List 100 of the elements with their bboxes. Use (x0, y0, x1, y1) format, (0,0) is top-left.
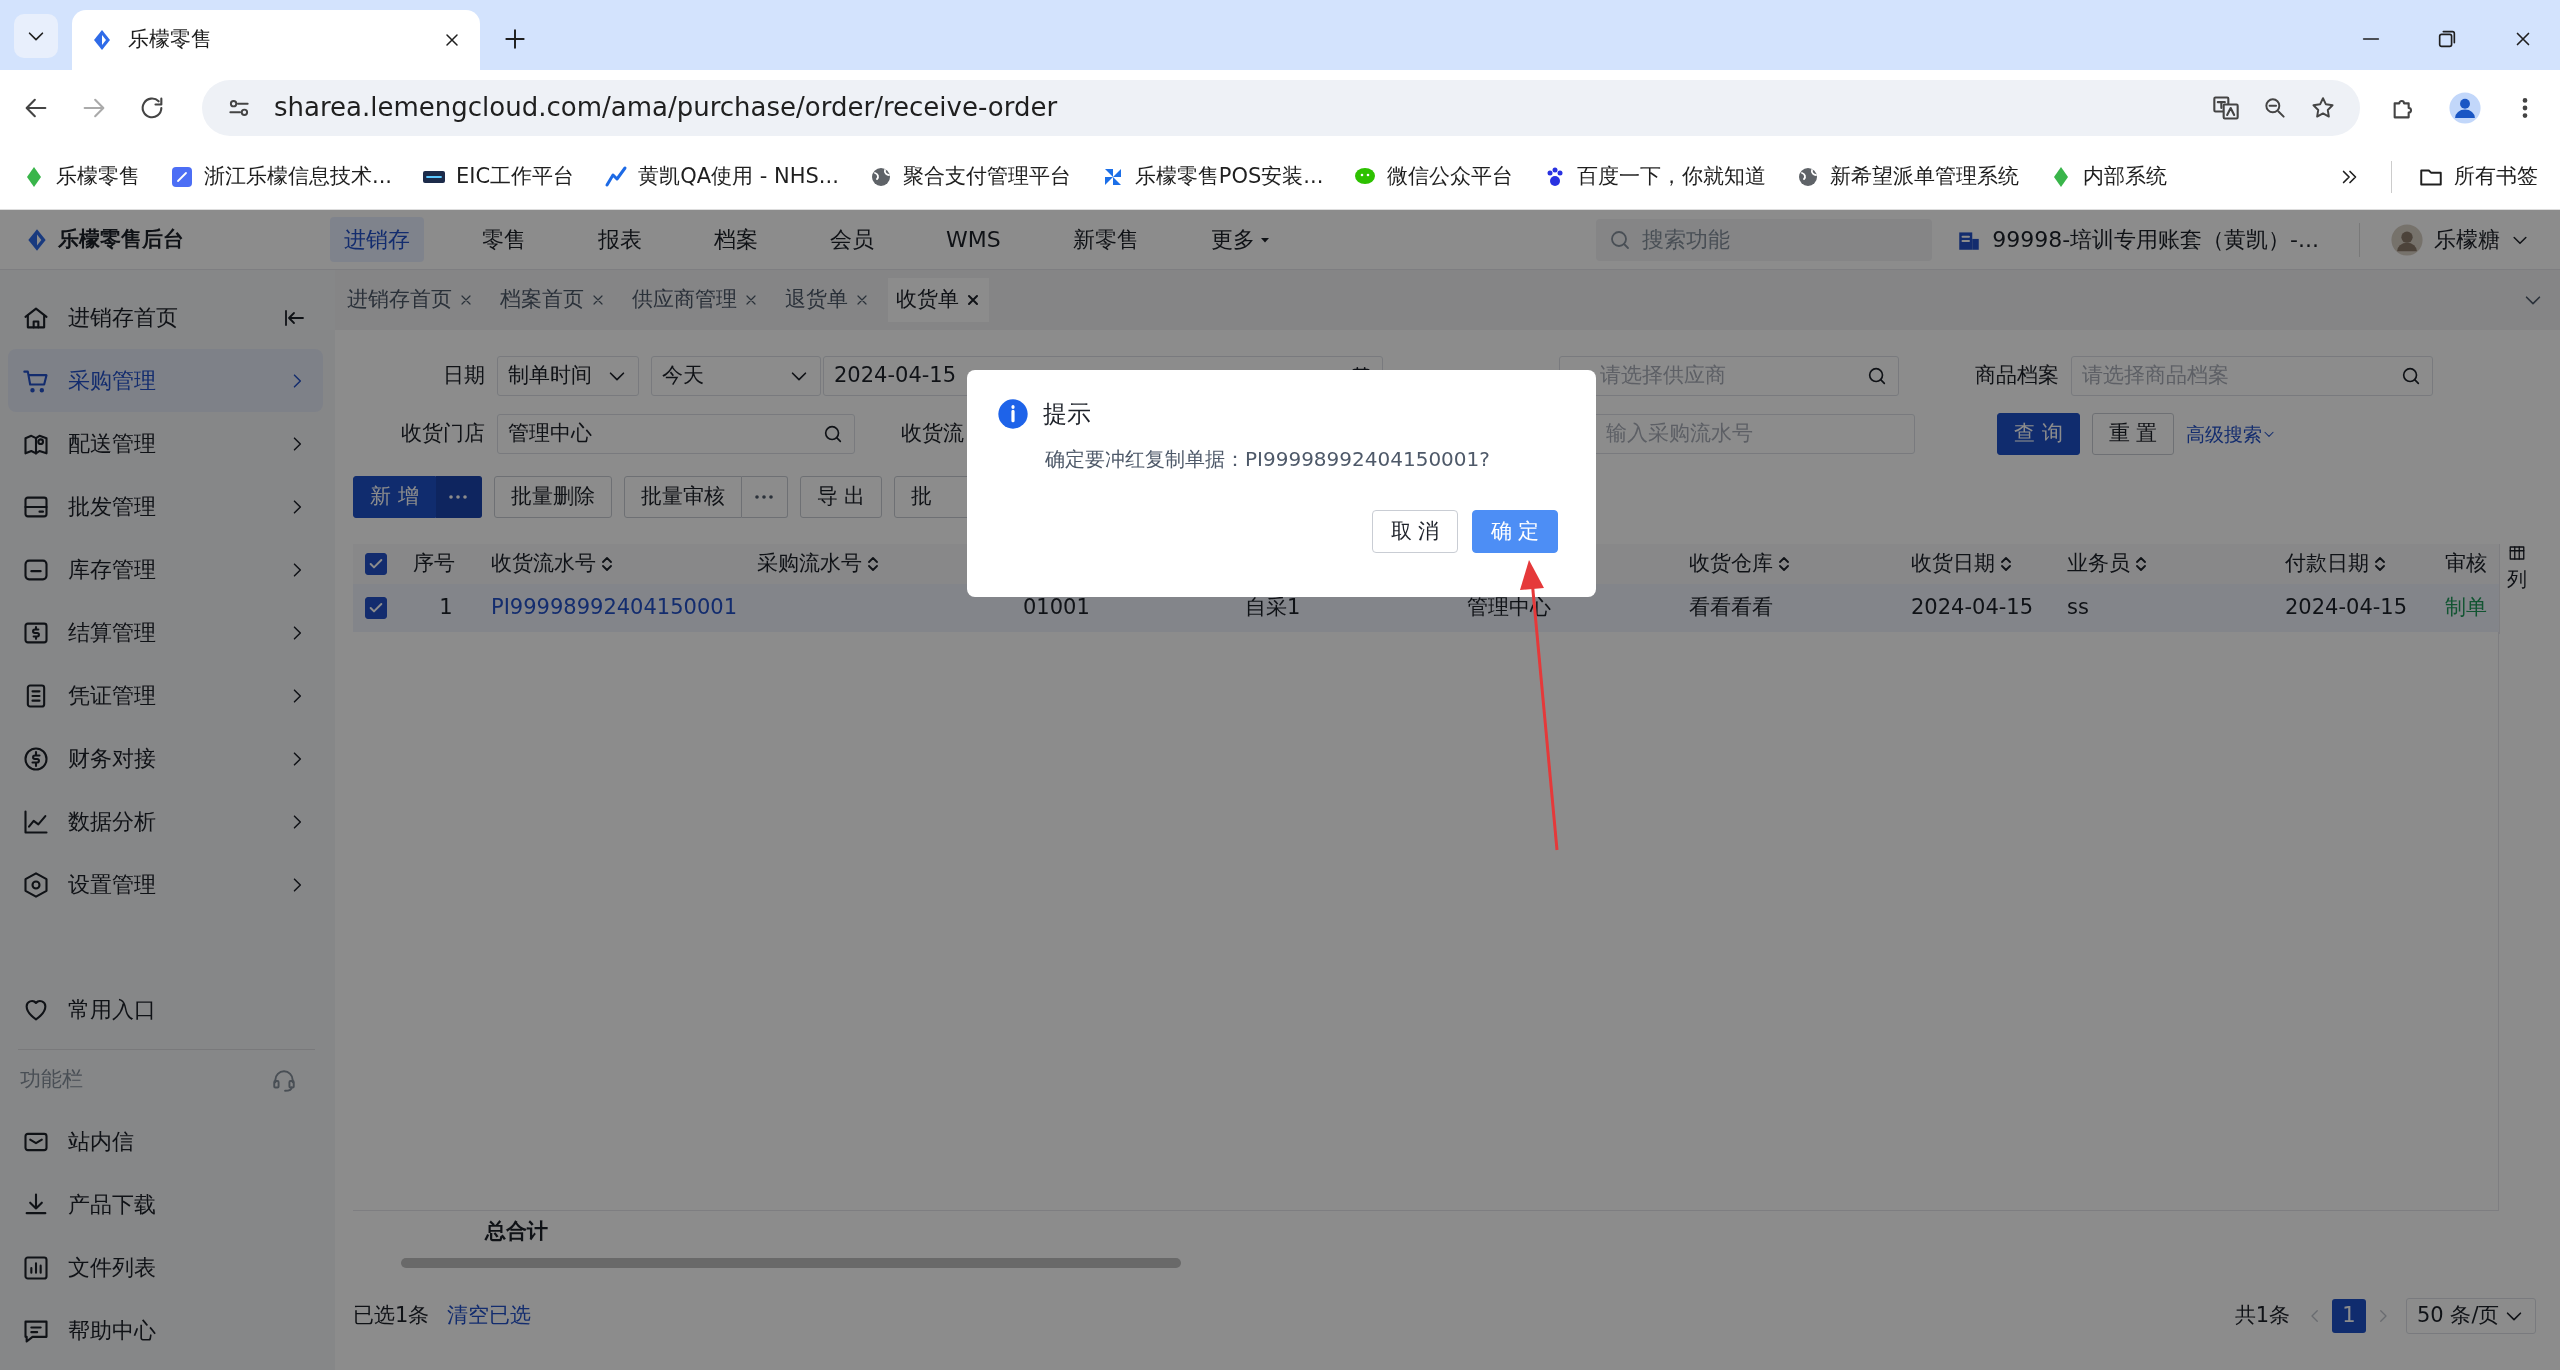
table-cell-text: 01001 (1023, 594, 1090, 622)
table-cell-text: ss (2067, 594, 2089, 622)
all-bookmarks-button[interactable]: 所有书签 (2391, 161, 2538, 193)
square-logo-icon (170, 165, 194, 189)
address-bar[interactable]: sharea.lemengcloud.com/ama/purchase/order/receive-order (202, 79, 2360, 136)
nav-tab[interactable]: WMS (932, 217, 1015, 262)
sort-icon[interactable] (2136, 556, 2146, 572)
sidebar-item[interactable]: 文件列表 (8, 1236, 323, 1299)
page-tab[interactable]: 档案首页 (492, 278, 614, 322)
select-all-checkbox[interactable] (365, 553, 387, 575)
toolbar-button[interactable]: 新 增 (353, 476, 436, 518)
translate-icon[interactable] (2212, 93, 2240, 122)
reset-button[interactable]: 重 置 (2091, 413, 2175, 455)
toolbar-button[interactable]: 批量删除 (493, 476, 612, 518)
table-cell-text: 1 (439, 594, 453, 622)
column-header[interactable]: 收货流水号 (479, 548, 745, 580)
advanced-search-link[interactable]: 高级搜索 (2186, 419, 2277, 449)
toolbar-button[interactable]: 批量审核 (623, 476, 742, 518)
restore-icon[interactable] (2436, 28, 2458, 50)
nav-tab[interactable]: 报表 (584, 217, 656, 262)
date-range-select[interactable]: 今天 (651, 356, 821, 396)
sidebar-item[interactable]: 库存管理 (8, 538, 323, 601)
nav-tab[interactable]: 档案 (700, 217, 772, 262)
column-header[interactable]: 收货仓库 (1677, 548, 1899, 580)
table-cell-text: 看看看看 (1689, 594, 1773, 622)
page-size-select[interactable]: 50 条/页 (2406, 1298, 2536, 1334)
sidebar-item[interactable]: 数据分析 (8, 790, 323, 853)
toolbar-button[interactable]: 导 出 (799, 476, 883, 518)
sidebar-item[interactable]: 配送管理 (8, 412, 323, 475)
search-icon (2400, 365, 2422, 387)
sort-icon[interactable] (868, 556, 878, 572)
nav-tab[interactable]: 进销存 (330, 217, 424, 262)
info-icon (997, 398, 1029, 430)
user-menu[interactable]: 乐檬糖 (2359, 222, 2530, 257)
confirm-button[interactable]: 确 定 (1472, 510, 1558, 553)
column-header[interactable]: 付款日期 (2273, 548, 2433, 580)
favorites-item[interactable]: 常用入口 (8, 978, 323, 1041)
search-icon (822, 423, 844, 445)
close-icon[interactable] (965, 292, 981, 308)
column-header: 序号 (412, 550, 456, 578)
sidebar-item[interactable]: 财务对接 (8, 727, 323, 790)
bookmark[interactable]: 乐檬零售POS安装... (1100, 161, 1324, 193)
row-checkbox[interactable] (365, 597, 387, 619)
sidebar-item[interactable]: 批发管理 (8, 475, 323, 538)
cancel-button[interactable]: 取 消 (1372, 510, 1458, 553)
clear-selection-link[interactable]: 清空已选 (447, 1300, 532, 1332)
total-count: 共1条 (2234, 1302, 2290, 1330)
order-link[interactable]: PI99998992404150001 (491, 592, 737, 624)
date-type-select[interactable]: 制单时间 (497, 356, 639, 396)
sidebar-item[interactable]: 设置管理 (8, 853, 323, 916)
bookmark[interactable]: 新希望派单管理系统 (1796, 161, 2020, 193)
page-tab[interactable]: 退货单 (777, 278, 878, 322)
dialog-title: 提示 (1043, 399, 1091, 430)
bookmark[interactable]: EIC工作平台 (422, 161, 575, 193)
avatar-icon (2390, 222, 2424, 257)
nav-tab[interactable]: 更多 (1196, 217, 1285, 262)
selection-count: 已选1条 (353, 1302, 430, 1330)
sort-icon[interactable] (2375, 556, 2385, 572)
sort-icon[interactable] (602, 556, 612, 572)
page-tab[interactable]: 进销存首页 (339, 278, 482, 322)
store-field[interactable]: 管理中心 (497, 414, 855, 454)
sidebar-item[interactable]: 采购管理 (8, 349, 323, 412)
search-icon (1866, 365, 1888, 387)
page-button[interactable]: 1 (2332, 1299, 2366, 1333)
nav-tab[interactable]: 新零售 (1058, 217, 1153, 262)
page-tab[interactable]: 供应商管理 (624, 278, 767, 322)
nav-tab[interactable]: 会员 (816, 217, 888, 262)
column-header[interactable]: 业务员 (2055, 548, 2273, 580)
scrollbar-thumb[interactable] (401, 1258, 1181, 1268)
bookmark[interactable]: 内部系统 (2049, 161, 2168, 193)
bookmark[interactable]: 百度一下，你就知道 (1543, 161, 1767, 193)
sidebar-item[interactable]: 结算管理 (8, 601, 323, 664)
sidebar-item[interactable]: 站内信 (8, 1110, 323, 1173)
table-cell-text: 自采1 (1245, 594, 1301, 622)
bookmark[interactable]: 聚合支付管理平台 (868, 161, 1071, 193)
column-header[interactable]: 收货日期 (1899, 548, 2055, 580)
sidebar-item[interactable]: 进销存首页 (8, 286, 323, 349)
line-chart-icon (22, 807, 50, 836)
profile-icon[interactable] (2448, 90, 2482, 125)
browser-tab[interactable]: 乐檬零售 (72, 10, 480, 70)
account-selector[interactable]: 99998-培训专用账套（黄凯）-... (1956, 223, 2319, 256)
column-header[interactable]: 采购流水号 (745, 548, 1011, 580)
nav-tab[interactable]: 零售 (468, 217, 540, 262)
dialog-message: 确定要冲红复制单据：PI99998992404150001? (1045, 446, 1491, 473)
bars-logo-icon (604, 165, 629, 189)
bookmark[interactable]: 黄凯QA使用 - NHS... (604, 161, 839, 193)
bookmark[interactable]: 微信公众平台 (1353, 161, 1514, 193)
sidebar-item[interactable]: 产品下载 (8, 1173, 323, 1236)
field-label: 收货流 (901, 420, 965, 448)
dots-icon (448, 494, 469, 500)
sort-icon[interactable] (1779, 556, 1789, 572)
bookmark[interactable]: 乐檬零售 (22, 161, 140, 193)
sidebar-item[interactable]: 帮助中心 (8, 1299, 323, 1362)
bookmark[interactable]: 浙江乐檬信息技术... (170, 161, 393, 193)
url-text: sharea.lemengcloud.com/ama/purchase/order/receive-order (274, 91, 1059, 124)
sidebar-item[interactable]: 凭证管理 (8, 664, 323, 727)
query-button[interactable]: 查 询 (1997, 413, 2080, 455)
columns-icon[interactable] (2507, 544, 2526, 562)
page-tab[interactable]: 收货单 (888, 278, 989, 322)
sort-icon[interactable] (2001, 556, 2011, 572)
